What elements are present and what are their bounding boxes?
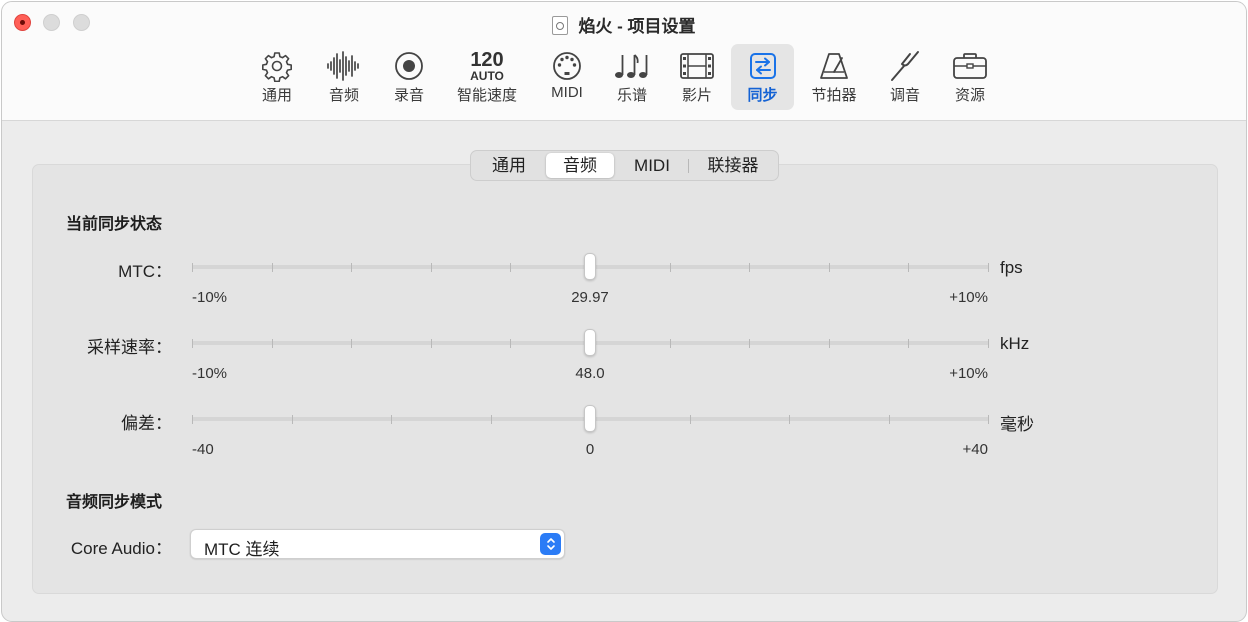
subtab-connector[interactable]: 联接器 bbox=[693, 153, 773, 178]
slider-tick bbox=[988, 415, 989, 424]
slider-tick bbox=[431, 263, 432, 272]
sync-status-heading: 当前同步状态 bbox=[66, 216, 163, 233]
toolbar-item-label: 录音 bbox=[393, 87, 424, 104]
window-title: 焰火 - 项目设置 bbox=[2, 12, 1246, 37]
slider-tick bbox=[670, 263, 671, 272]
sample-rate-label: 采样速率： bbox=[87, 338, 172, 357]
toolbar-item-label: 同步 bbox=[747, 87, 778, 104]
toolbar-item-tuning[interactable]: 调音 bbox=[880, 44, 930, 110]
metronome-icon bbox=[820, 53, 848, 79]
deviation-label: 偏差： bbox=[121, 414, 172, 433]
briefcase-icon bbox=[953, 53, 987, 79]
deviation-min-label: -40 bbox=[192, 441, 214, 458]
slider-tick bbox=[789, 415, 790, 424]
tempo-icon: 120 AUTO bbox=[455, 50, 519, 82]
mtc-label: MTC： bbox=[118, 262, 172, 281]
subtab-midi[interactable]: MIDI bbox=[619, 153, 685, 178]
slider-tick bbox=[192, 339, 193, 348]
mtc-min-label: -10% bbox=[192, 289, 228, 306]
subtab-audio[interactable]: 音频 bbox=[546, 153, 614, 178]
sample-rate-slider-thumb[interactable] bbox=[584, 329, 596, 356]
popup-stepper-icon bbox=[540, 533, 561, 555]
toolbar-item-metronome[interactable]: 节拍器 bbox=[805, 44, 863, 110]
slider-tick bbox=[192, 415, 193, 424]
slider-tick bbox=[670, 339, 671, 348]
sample-rate-max-label: +10% bbox=[949, 365, 988, 382]
toolbar-item-label: 通用 bbox=[261, 87, 292, 104]
toolbar-item-label: 乐谱 bbox=[616, 87, 647, 104]
mtc-center-value: 29.97 bbox=[571, 289, 609, 306]
deviation-unit: 毫秒 bbox=[1000, 415, 1034, 434]
slider-tick bbox=[491, 415, 492, 424]
slider-tick bbox=[272, 263, 273, 272]
toolbar-item-label: 智能速度 bbox=[456, 87, 517, 104]
toolbar-item-label: MIDI bbox=[551, 84, 583, 101]
slider-tick bbox=[908, 263, 909, 272]
toolbar-item-recording[interactable]: 录音 bbox=[384, 44, 434, 110]
slider-tick bbox=[272, 339, 273, 348]
music-notes-icon bbox=[615, 54, 648, 78]
toolbar-item-midi[interactable]: MIDI bbox=[542, 44, 592, 110]
toolbar-item-sync[interactable]: 同步 bbox=[731, 44, 794, 110]
slider-tick bbox=[351, 263, 352, 272]
window-title-text: 焰火 - 项目设置 bbox=[578, 17, 696, 36]
slider-tick bbox=[192, 263, 193, 272]
toolbar-item-movie[interactable]: 影片 bbox=[672, 44, 722, 110]
toolbar-item-label: 音频 bbox=[328, 87, 359, 104]
slider-tick bbox=[988, 339, 989, 348]
mtc-unit: fps bbox=[1000, 258, 1023, 277]
tempo-icon-auto: AUTO bbox=[470, 68, 504, 83]
slider-tick bbox=[510, 263, 511, 272]
record-icon bbox=[395, 52, 423, 80]
slider-tick bbox=[351, 339, 352, 348]
slider-tick bbox=[829, 263, 830, 272]
toolbar-item-smart-tempo[interactable]: 120 AUTO 智能速度 bbox=[455, 44, 519, 110]
toolbar-item-audio[interactable]: 音频 bbox=[319, 44, 369, 110]
deviation-center-value: 0 bbox=[585, 441, 595, 458]
sample-rate-unit: kHz bbox=[1000, 334, 1030, 353]
slider-tick bbox=[749, 263, 750, 272]
tuning-fork-icon bbox=[891, 51, 919, 81]
toolbar-item-label: 资源 bbox=[954, 87, 985, 104]
toolbar-item-general[interactable]: 通用 bbox=[252, 44, 302, 110]
toolbar-item-assets[interactable]: 资源 bbox=[945, 44, 995, 110]
slider-tick bbox=[510, 339, 511, 348]
sample-rate-min-label: -10% bbox=[192, 365, 228, 382]
sample-rate-center-value: 48.0 bbox=[575, 365, 605, 382]
sync-arrows-icon bbox=[749, 53, 776, 79]
audio-sync-mode-heading: 音频同步模式 bbox=[66, 494, 163, 511]
slider-tick bbox=[889, 415, 890, 424]
slider-tick bbox=[829, 339, 830, 348]
gear-icon bbox=[262, 52, 292, 82]
toolbar: 焰火 - 项目设置 通用 音频 录音 120 AUTO 智能速度 MIDI 乐谱… bbox=[2, 2, 1246, 121]
core-audio-sync-mode-value: MTC 连续 bbox=[204, 540, 280, 559]
tempo-icon-number: 120 bbox=[470, 48, 504, 71]
toolbar-item-label: 调音 bbox=[889, 87, 920, 104]
toolbar-item-label: 节拍器 bbox=[811, 87, 857, 104]
toolbar-item-score[interactable]: 乐谱 bbox=[607, 44, 657, 110]
slider-tick bbox=[988, 263, 989, 272]
waveform-icon bbox=[327, 51, 359, 81]
mtc-slider-thumb[interactable] bbox=[584, 253, 596, 280]
subtab-divider bbox=[688, 159, 689, 173]
midi-connector-icon bbox=[553, 52, 581, 80]
slider-tick bbox=[292, 415, 293, 424]
core-audio-label: Core Audio： bbox=[70, 539, 172, 558]
subtab-general[interactable]: 通用 bbox=[477, 153, 541, 178]
film-strip-icon bbox=[680, 53, 714, 79]
slider-tick bbox=[749, 339, 750, 348]
deviation-max-label: +40 bbox=[962, 441, 988, 458]
slider-tick bbox=[690, 415, 691, 424]
mtc-max-label: +10% bbox=[949, 289, 988, 306]
slider-tick bbox=[431, 339, 432, 348]
project-settings-window: 焰火 - 项目设置 通用 音频 录音 120 AUTO 智能速度 MIDI 乐谱… bbox=[1, 1, 1247, 622]
deviation-slider-thumb[interactable] bbox=[584, 405, 596, 432]
core-audio-sync-mode-select[interactable]: MTC 连续 bbox=[190, 529, 565, 559]
document-icon bbox=[552, 16, 569, 35]
slider-tick bbox=[391, 415, 392, 424]
subtab-control: 通用 音频 MIDI 联接器 bbox=[470, 150, 779, 181]
slider-tick bbox=[908, 339, 909, 348]
